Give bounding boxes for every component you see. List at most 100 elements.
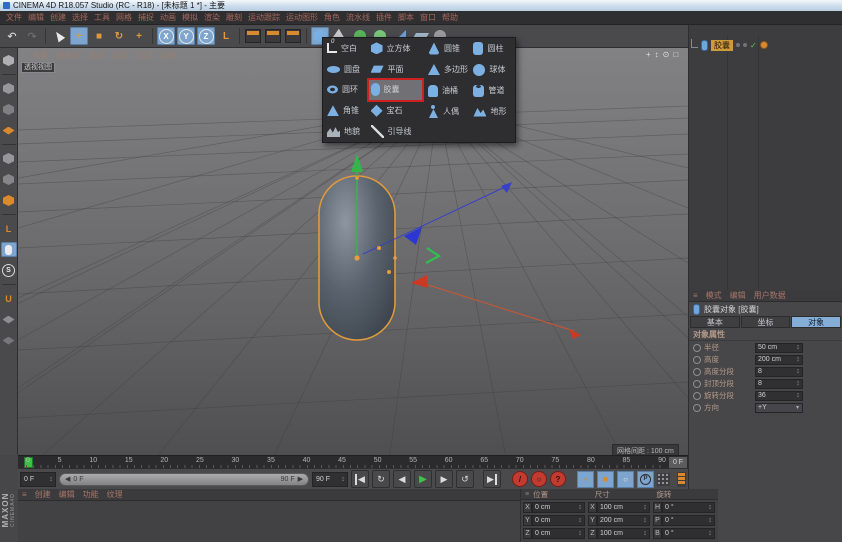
viewport-menu-filter[interactable]: 过滤 [137,50,153,61]
flyout-item-cube[interactable]: 立方体 [367,38,424,59]
timeline-columns-icon[interactable] [677,472,686,487]
editor-visibility-dot[interactable] [736,43,740,47]
flyout-item-cone[interactable]: 圆锥 [424,38,470,59]
menu-script[interactable]: 脚本 [398,12,414,23]
flyout-item-capsule[interactable]: 胶囊 [369,80,422,101]
workplane-mode-button[interactable] [1,123,17,138]
cycle-button[interactable]: ↻ [372,470,390,488]
panel-grip-icon[interactable]: ≡ [22,490,27,499]
spinner-icon[interactable]: ↕ [576,504,584,511]
panel-grip-icon[interactable]: ≡ [525,491,529,498]
spinner-icon[interactable]: ↕ [339,476,347,483]
menu-render[interactable]: 渲染 [204,12,220,23]
range-left-arrow-icon[interactable]: ◀ [65,475,70,483]
spinner-icon[interactable]: ↕ [576,517,584,524]
spinner-icon[interactable]: ↕ [794,356,802,363]
flyout-item-oiltank[interactable]: 油桶 [424,80,470,101]
spinner-icon[interactable]: ↕ [641,530,649,537]
cap-segments-field[interactable]: 8 ↕ [755,379,803,389]
menu-window[interactable]: 窗口 [420,12,436,23]
coordinate-system-button[interactable]: L [217,27,235,45]
viewport-menu-options[interactable]: 选项 [113,50,129,61]
spinner-icon[interactable]: ↕ [576,530,584,537]
material-menu-texture[interactable]: 纹理 [107,489,123,500]
pan-icon[interactable]: + [646,50,651,59]
panel-grip-icon[interactable]: ≡ [20,51,25,60]
rotation-b-field[interactable]: 0 °↕ [662,528,715,539]
edges-mode-button[interactable] [1,172,17,187]
am-menu-mode[interactable]: 模式 [706,290,722,301]
animation-dot-icon[interactable] [693,392,701,400]
panel-grip-icon[interactable]: ≡ [693,291,698,300]
render-picture-viewer-button[interactable] [264,27,282,45]
menu-character[interactable]: 角色 [324,12,340,23]
radius-field[interactable]: 50 cm ↕ [755,343,803,353]
animation-dot-icon[interactable] [693,344,701,352]
menu-animate[interactable]: 动画 [160,12,176,23]
menu-sculpt[interactable]: 雕刻 [226,12,242,23]
menu-edit[interactable]: 编辑 [28,12,44,23]
goto-end-button[interactable]: ▶ [483,470,501,488]
menu-simulate[interactable]: 模拟 [182,12,198,23]
polygons-mode-button[interactable] [1,193,17,208]
snap-button[interactable]: S [1,263,17,278]
tweak-mode-button[interactable] [1,242,17,257]
menu-tools[interactable]: 工具 [94,12,110,23]
animation-dot-icon[interactable] [693,356,701,364]
orientation-dropdown[interactable]: +Y ▾ [755,403,803,413]
points-mode-button[interactable] [1,151,17,166]
enabled-check-icon[interactable]: ✓ [750,41,757,50]
size-x-field[interactable]: 100 cm↕ [597,502,650,513]
animation-dot-icon[interactable] [693,380,701,388]
viewport-menu-display[interactable]: 显示 [89,50,105,61]
menu-mesh[interactable]: 网格 [116,12,132,23]
height-field[interactable]: 200 cm ↕ [755,355,803,365]
material-menu-edit[interactable]: 编辑 [59,489,75,500]
flyout-item-platonic[interactable]: 宝石 [367,100,424,121]
radius-handle[interactable] [393,256,397,260]
object-name[interactable]: 胶囊 [711,40,733,51]
spinner-icon[interactable]: ↕ [794,380,802,387]
flyout-item-pyramid[interactable]: 角锥 [323,100,367,121]
menu-snap[interactable]: 捕捉 [138,12,154,23]
material-menu-function[interactable]: 功能 [83,489,99,500]
axis-band-handle[interactable] [377,246,381,250]
goto-start-button[interactable]: ◀ [351,470,369,488]
enable-axis-button[interactable]: L [1,221,17,236]
flyout-item-polygon[interactable]: 多边形 [424,59,470,80]
tab-coordinates[interactable]: 坐标 [741,316,791,328]
spinner-icon[interactable]: ↕ [47,476,55,483]
last-tool-button[interactable]: + [130,27,148,45]
make-editable-button[interactable] [1,53,17,68]
range-right-arrow-icon[interactable]: ▶ [298,475,303,483]
undo-button[interactable]: ↶ [3,27,21,45]
phong-tag-icon[interactable] [760,41,768,49]
flyout-item-disc[interactable]: 圆盘 [323,59,367,80]
viewport-menu-cameras[interactable]: 摄像机 [57,50,81,61]
tab-basic[interactable]: 基本 [690,316,740,328]
lock-workplane-button[interactable] [1,312,17,327]
lock-y-button[interactable]: Y [177,27,195,45]
menu-plugins[interactable]: 插件 [376,12,392,23]
render-visibility-dot[interactable] [743,43,747,47]
axis-center-handle[interactable] [354,255,359,260]
size-z-field[interactable]: 100 cm↕ [597,528,650,539]
render-view-button[interactable] [244,27,262,45]
timeline-ruler[interactable]: 0 5 10 15 20 25 30 35 40 45 50 55 60 65 … [18,455,688,468]
viewport-menu-panel[interactable]: 面板 [161,50,177,61]
menu-help[interactable]: 帮助 [442,12,458,23]
axis-band-handle[interactable] [387,270,391,274]
flyout-item-tube[interactable]: 管道 [469,80,515,101]
menu-create[interactable]: 创建 [50,12,66,23]
spinner-icon[interactable]: ↕ [794,344,802,351]
flyout-item-torus[interactable]: 圆环 [323,80,367,101]
material-menu-create[interactable]: 创建 [35,489,51,500]
flyout-item-plane[interactable]: 平面 [367,59,424,80]
loop-button[interactable]: ↺ [456,470,474,488]
position-x-field[interactable]: 0 cm↕ [532,502,585,513]
object-row-capsule[interactable]: 胶囊 ✓ [691,39,768,51]
menu-file[interactable]: 文件 [6,12,22,23]
play-button[interactable]: ▶ [414,470,432,488]
animation-dot-icon[interactable] [693,404,701,412]
object-properties-header[interactable]: 对象属性 [689,328,842,341]
